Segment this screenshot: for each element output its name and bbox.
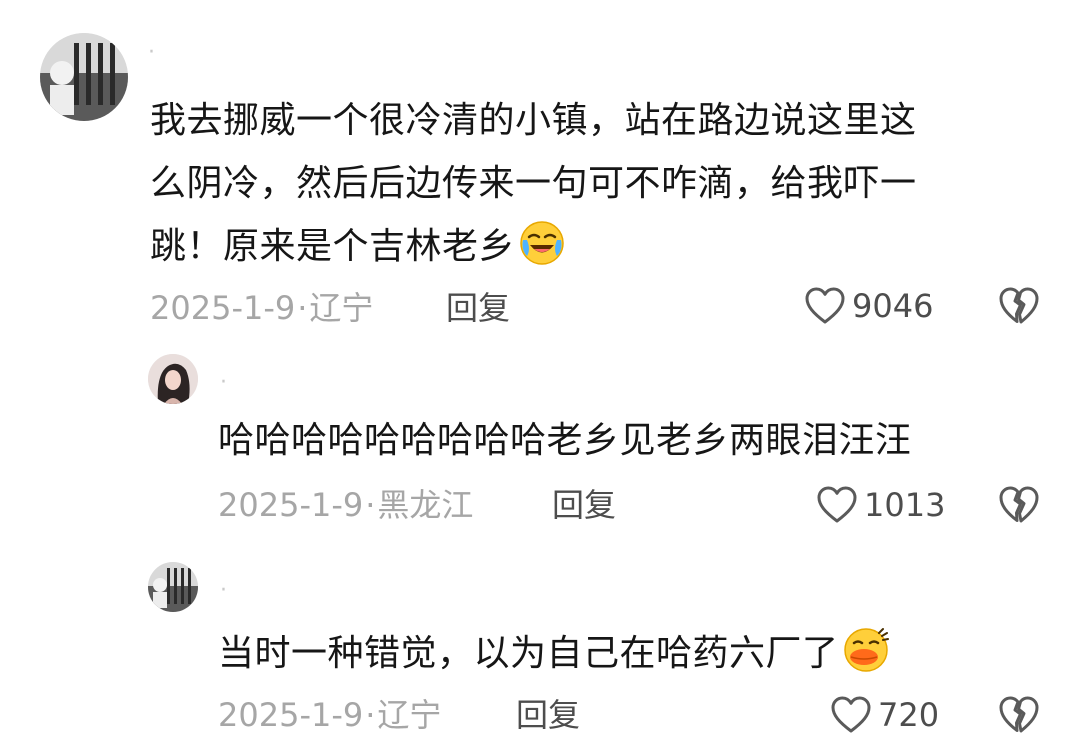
meta-separator: · bbox=[297, 289, 308, 327]
like-button[interactable]: 9046 bbox=[804, 286, 933, 326]
avatar-image bbox=[148, 354, 198, 404]
comment-text-segment: 跳！原来是个吉林老乡 bbox=[150, 226, 516, 267]
comment-location: 黑龙江 bbox=[377, 486, 474, 524]
reply-button[interactable]: 回复 bbox=[446, 288, 510, 328]
comment-text: 当时一种错觉，以为自己在哈药六厂了 bbox=[218, 622, 1058, 685]
comment-meta: 2025-1-9·辽宁 bbox=[150, 288, 373, 328]
username-obscured[interactable]: · bbox=[220, 580, 227, 602]
reply-button[interactable]: 回复 bbox=[552, 485, 616, 525]
broken-heart-icon bbox=[999, 287, 1039, 324]
broken-heart-icon bbox=[999, 696, 1039, 733]
like-count: 9046 bbox=[852, 287, 934, 325]
comment-date: 2025-1-9 bbox=[150, 289, 296, 327]
like-button[interactable]: 720 bbox=[830, 695, 939, 735]
reply-button[interactable]: 回复 bbox=[516, 695, 580, 735]
like-count: 720 bbox=[878, 696, 940, 734]
crying-laughing-emoji-icon bbox=[519, 220, 565, 266]
broken-heart-icon bbox=[999, 486, 1039, 523]
username-obscured[interactable]: · bbox=[220, 372, 227, 394]
comment-date: 2025-1-9 bbox=[218, 486, 364, 524]
avatar[interactable] bbox=[148, 562, 198, 612]
dislike-button[interactable] bbox=[998, 695, 1040, 739]
comment-location: 辽宁 bbox=[309, 289, 374, 327]
avatar[interactable] bbox=[148, 354, 198, 404]
comment-text-line: 我去挪威一个很冷清的小镇，站在路边说这里这 bbox=[150, 100, 917, 141]
comment-text: 哈哈哈哈哈哈哈哈哈老乡见老乡两眼泪汪汪 bbox=[218, 420, 912, 461]
meta-separator: · bbox=[365, 696, 376, 734]
dislike-button[interactable] bbox=[998, 485, 1040, 529]
heart-outline-icon bbox=[831, 696, 871, 733]
heart-outline-icon bbox=[805, 287, 845, 324]
comment-meta: 2025-1-9·黑龙江 bbox=[218, 485, 473, 525]
comment-location: 辽宁 bbox=[377, 696, 442, 734]
comment-text: 我去挪威一个很冷清的小镇，站在路边说这里这 么阴冷，然后后边传来一句可不咋滴，给… bbox=[150, 89, 1050, 278]
comment-text-line: 么阴冷，然后后边传来一句可不咋滴，给我吓一 bbox=[150, 163, 917, 204]
username-obscured[interactable]: · bbox=[148, 42, 155, 64]
meta-separator: · bbox=[365, 486, 376, 524]
comment-date: 2025-1-9 bbox=[218, 696, 364, 734]
comment-meta: 2025-1-9·辽宁 bbox=[218, 695, 441, 735]
avatar-image bbox=[148, 562, 198, 612]
duck-face-emoji-icon bbox=[843, 627, 889, 673]
like-count: 1013 bbox=[864, 486, 946, 524]
avatar[interactable] bbox=[40, 33, 128, 121]
avatar-image bbox=[40, 33, 128, 121]
comment-text-line: 跳！原来是个吉林老乡 bbox=[150, 215, 1050, 278]
like-button[interactable]: 1013 bbox=[816, 485, 945, 525]
dislike-button[interactable] bbox=[998, 286, 1040, 330]
heart-outline-icon bbox=[817, 486, 857, 523]
comment-text-segment: 当时一种错觉，以为自己在哈药六厂了 bbox=[218, 633, 839, 674]
